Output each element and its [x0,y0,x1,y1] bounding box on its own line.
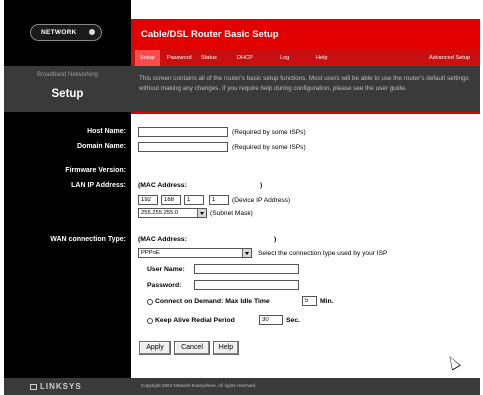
host-name-label: Host Name: [87,128,126,135]
password-input[interactable] [194,280,299,290]
keep-alive-label: Keep Alive Redial Period [155,317,235,324]
lan-ip-octet-3[interactable] [184,195,204,205]
connect-on-demand-label: Connect on Demand: Max Idle Time [155,298,270,305]
sidebar: NETWORK Broadband Networking Setup Host … [4,0,131,395]
redial-period-input[interactable] [259,315,283,325]
domain-name-label: Domain Name: [76,143,126,150]
lan-mac-address-label: (MAC Address: [138,182,187,189]
description-panel: This screen contains all of the router's… [131,66,480,112]
host-name-input[interactable] [138,127,228,137]
user-name-input[interactable] [194,264,299,274]
wan-mac-address-label: (MAC Address: [138,236,187,243]
title-bar: Cable/DSL Router Basic Setup [131,19,480,50]
section-header: Broadband Networking Setup [4,66,131,112]
lan-ip-octet-2[interactable] [161,195,181,205]
divider [131,112,480,114]
logo-text: NETWORK [41,29,77,36]
section-category: Broadband Networking [36,72,99,78]
subnet-mask-select[interactable]: 255.255.255.0 [138,208,207,218]
lan-ip-octet-4[interactable] [209,195,229,205]
logo-globe-icon [89,29,95,35]
section-title: Setup [51,88,84,100]
wan-connection-type-label: WAN connection Type: [50,236,126,243]
firmware-version-label: Firmware Version: [65,167,126,174]
help-button[interactable]: Help [213,341,239,355]
device-ip-hint: (Device IP Address) [232,197,291,204]
password-label: Password: [147,282,182,289]
tab-password[interactable]: Password [167,50,192,66]
wan-mac-address-close: ) [274,236,277,243]
page-title: Cable/DSL Router Basic Setup [141,29,279,40]
tab-help[interactable]: Help [316,50,328,66]
chevron-down-icon[interactable] [242,249,251,257]
linksys-logo-icon [30,384,37,390]
sec-unit-label: Sec. [286,317,300,324]
wan-connection-type-value: PPPoE [141,250,160,256]
lan-ip-address-label: LAN IP Address: [71,182,126,189]
tab-status[interactable]: Status [201,50,217,66]
user-name-label: User Name: [147,266,185,273]
network-everywhere-logo: NETWORK [30,24,102,41]
tab-log[interactable]: Log [280,50,289,66]
subnet-mask-value: 255.255.255.0 [141,210,179,216]
keep-alive-radio[interactable] [147,318,153,324]
connect-on-demand-radio[interactable] [147,299,153,305]
footer: Copyright 2002 Network Everywhere. All r… [131,378,480,395]
tab-dhcp[interactable]: DHCP [237,50,253,66]
tab-bar: Setup Password Status DHCP Log Help Adva… [131,50,480,66]
description-text: This screen contains all of the router's… [139,75,469,92]
max-idle-time-input[interactable] [302,296,317,306]
domain-name-input[interactable] [138,142,228,152]
chevron-down-icon[interactable] [197,209,206,217]
router-setup-page: NETWORK Broadband Networking Setup Host … [4,0,480,395]
apply-button[interactable]: Apply [139,341,171,355]
cancel-button[interactable]: Cancel [174,341,210,355]
lan-mac-address-close: ) [260,182,263,189]
min-unit-label: Min. [320,298,334,305]
domain-name-hint: (Required by some ISPs) [232,144,306,151]
tab-setup[interactable]: Setup [135,50,160,66]
linksys-brand: LINKSYS [40,382,82,391]
subnet-mask-hint: (Subnet Mask) [210,210,253,217]
wan-connection-type-select[interactable]: PPPoE [138,248,252,258]
tab-advanced-setup[interactable]: Advanced Setup [429,50,470,66]
copyright-text: Copyright 2002 Network Everywhere. All r… [141,383,257,388]
brand-footer: LINKSYS [4,378,131,395]
lan-ip-octet-1[interactable] [138,195,158,205]
host-name-hint: (Required by some ISPs) [232,129,306,136]
wan-type-hint: Select the connection type used by your … [258,250,388,257]
